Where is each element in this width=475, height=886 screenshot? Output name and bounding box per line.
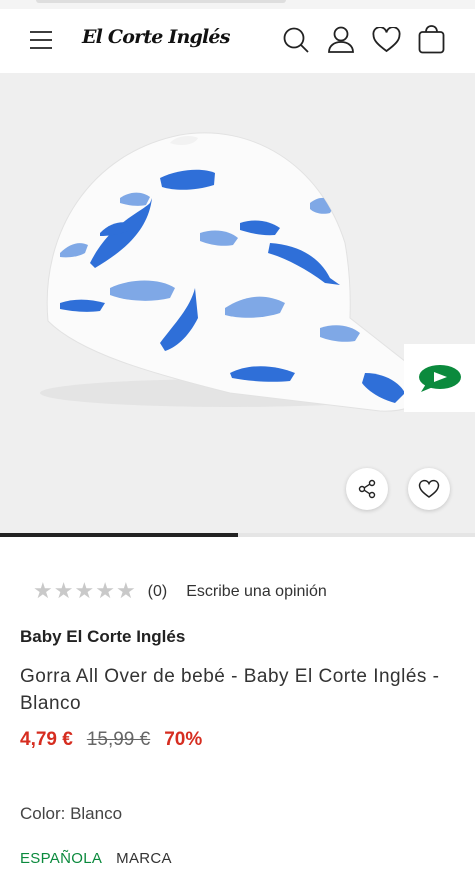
bag-icon[interactable] bbox=[418, 25, 445, 54]
star-icon: ★ bbox=[74, 579, 95, 604]
menu-icon[interactable] bbox=[29, 28, 53, 52]
share-button[interactable] bbox=[346, 468, 388, 510]
search-icon[interactable] bbox=[282, 26, 310, 54]
share-icon bbox=[358, 479, 376, 499]
discount-badge: 70% bbox=[164, 729, 203, 750]
product-image-gallery[interactable] bbox=[0, 73, 475, 533]
write-review-link[interactable]: Escribe una opinión bbox=[186, 583, 327, 601]
heart-icon[interactable] bbox=[372, 27, 401, 53]
star-icon: ★ bbox=[53, 579, 74, 604]
star-icon: ★ bbox=[115, 579, 136, 604]
site-header: El Corte Inglés bbox=[0, 10, 475, 72]
gallery-progress-fill bbox=[0, 533, 238, 537]
product-brand[interactable]: Baby El Corte Inglés bbox=[20, 627, 185, 647]
product-tags: ESPAÑOLA MARCA bbox=[20, 850, 172, 867]
price-row: 4,79 € 15,99 € 70% bbox=[20, 729, 202, 751]
heart-icon bbox=[418, 479, 440, 498]
wishlist-button[interactable] bbox=[408, 468, 450, 510]
price-original: 15,99 € bbox=[86, 729, 151, 750]
tag-marca: MARCA bbox=[116, 850, 172, 867]
chat-bubble-icon bbox=[418, 365, 461, 392]
product-title: Gorra All Over de bebé - Baby El Corte I… bbox=[20, 666, 440, 714]
chat-button[interactable] bbox=[404, 344, 475, 412]
star-icon: ★ bbox=[95, 579, 115, 604]
tag-espanola: ESPAÑOLA bbox=[20, 850, 103, 867]
price-current: 4,79 € bbox=[20, 729, 73, 750]
status-strip bbox=[0, 0, 475, 9]
site-logo[interactable]: El Corte Inglés bbox=[82, 26, 230, 48]
user-icon[interactable] bbox=[327, 25, 355, 54]
rating-row: ★ ★ ★ ★ ★ (0) Escribe una opinión bbox=[33, 581, 327, 603]
gallery-progress bbox=[0, 533, 475, 537]
product-image-cap[interactable] bbox=[0, 73, 475, 533]
star-icon: ★ bbox=[33, 579, 53, 604]
rating-count: (0) bbox=[147, 583, 168, 600]
color-label: Color: Blanco bbox=[20, 804, 123, 823]
url-bar-edge bbox=[36, 0, 286, 3]
